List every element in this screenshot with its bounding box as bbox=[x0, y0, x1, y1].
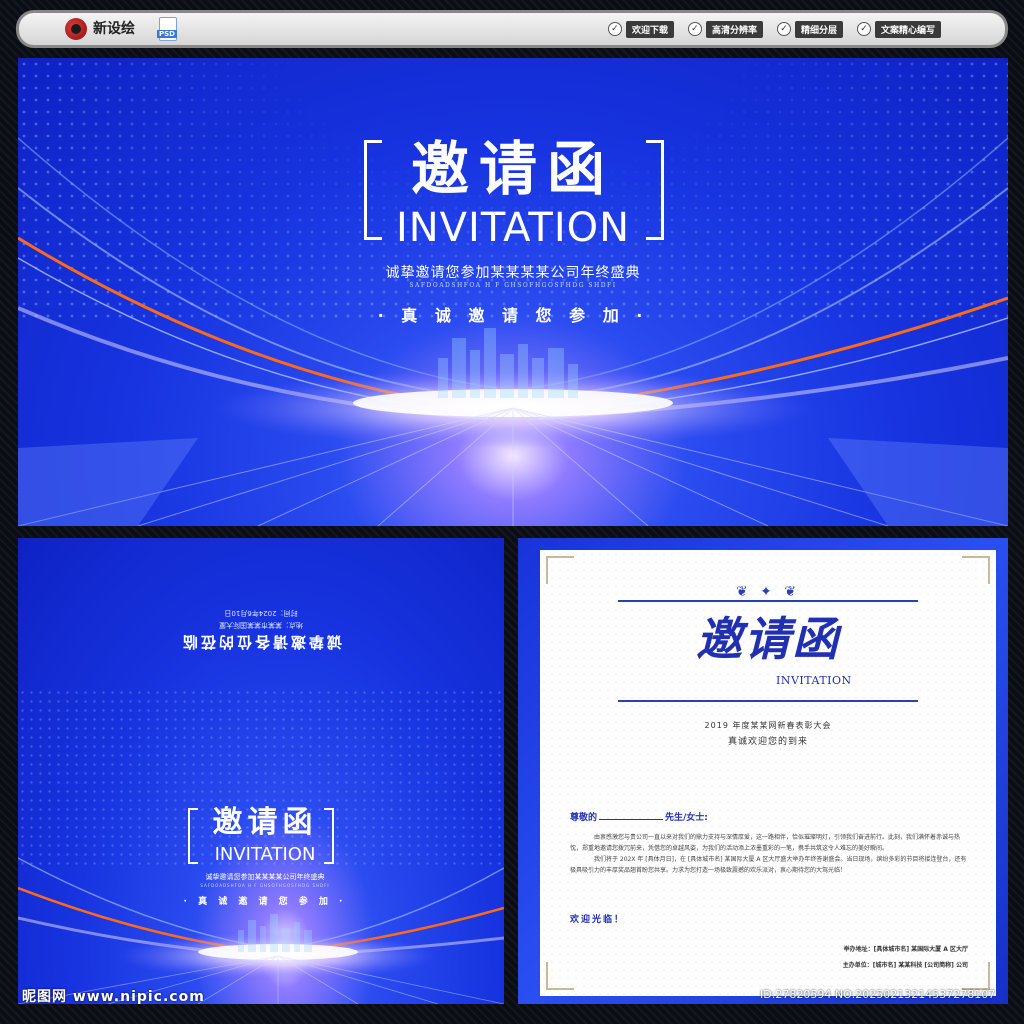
hero-title-cn: 邀请函 bbox=[410, 135, 615, 203]
feature-badge: ✓ 高清分辨率 bbox=[687, 20, 763, 38]
back-line-1: 诚挚邀请各位的莅临 bbox=[180, 633, 343, 651]
brand-name: 新设绘 bbox=[93, 21, 135, 37]
feature-badge: ✓ 欢迎下载 bbox=[607, 20, 674, 38]
cover-subtitle: 诚挚邀请您参加某某某某公司年终盛典 bbox=[205, 873, 325, 881]
salutation-suffix: 先生/女士: bbox=[665, 813, 708, 823]
letter-event-name: 2019 年度某某网新春表彰大会 bbox=[704, 721, 832, 730]
corner-ornament bbox=[546, 556, 574, 584]
cover-subtitle-en: SAFDOADSHFOA H F GHSOFHGOSFHDG SHDFI bbox=[200, 883, 330, 888]
letter-title-cn: 邀请函 bbox=[696, 612, 840, 666]
feature-badge: ✓ 精细分层 bbox=[776, 20, 843, 38]
back-cover-text: 诚挚邀请各位的莅临 地点：某某市某某国际大厦 时间：2024年6月10日 bbox=[18, 608, 504, 653]
letter-paragraph: 由衷感激您与贵公司一直以来对我们的鼎力支持与深情厚爱，这一路相伴，恰似璀璨明灯，… bbox=[570, 834, 961, 852]
check-icon: ✓ bbox=[687, 22, 702, 36]
back-line-3: 时间：2024年6月10日 bbox=[224, 609, 298, 617]
letter-title-en: INVITATION bbox=[776, 674, 852, 687]
hero-tagline: · 真 诚 邀 请 您 参 加 · bbox=[377, 306, 649, 325]
top-banner: 新设绘 PSD ✓ 欢迎下载 ✓ 高清分辨率 ✓ 精细分层 ✓ 文案精心编写 bbox=[16, 10, 1008, 48]
hero-subtitle: 诚挚邀请您参加某某某某公司年终盛典 bbox=[385, 265, 641, 281]
rule-line bbox=[618, 600, 918, 602]
hero-subtitle-en: SAFDOADSHFOA H F GHSOFHGOSFHDG SHDFI bbox=[409, 282, 617, 289]
flourish-ornament-icon: ❦ ✦ ❦ bbox=[735, 584, 801, 600]
letter-body: 由衷感激您与贵公司一直以来对我们的鼎力支持与深情厚爱，这一路相伴，恰似璀璨明灯，… bbox=[570, 832, 968, 876]
brand-logo: 新设绘 bbox=[65, 18, 135, 40]
letter-host-address: 举办地址：[具体城市名] 某国际大厦 A 区大厅 bbox=[843, 946, 968, 953]
corner-ornament bbox=[962, 556, 990, 584]
cover-panel: 诚挚邀请各位的莅临 地点：某某市某某国际大厦 时间：2024年6月10日 邀请函… bbox=[18, 538, 504, 1004]
letter-paragraph: 我们将于 202X 年 [具体月日]，在 [具体城市名] 某国际大厦 A 区大厅… bbox=[570, 856, 967, 874]
cover-title-en: INVITATION bbox=[214, 844, 316, 865]
hero-title-en: INVITATION bbox=[395, 205, 631, 251]
letter-organizer: 主办单位：[城市名] 某某科技 [公司简称] 公司 bbox=[842, 962, 968, 969]
site-watermark: 昵图网 www.nipic.com bbox=[22, 989, 205, 1005]
feature-badge: ✓ 文案精心编写 bbox=[856, 20, 941, 38]
hero-invitation-panel: 邀请函 INVITATION 诚挚邀请您参加某某某某公司年终盛典 SAFDOAD… bbox=[18, 58, 1008, 526]
cover-tagline: · 真 诚 邀 请 您 参 加 · bbox=[183, 897, 347, 907]
feature-label: 文案精心编写 bbox=[874, 20, 941, 38]
cover-title-cn: 邀请函 bbox=[212, 805, 318, 840]
psd-label: PSD bbox=[157, 30, 177, 38]
feature-label: 欢迎下载 bbox=[625, 20, 674, 38]
check-icon: ✓ bbox=[856, 22, 871, 36]
feature-badges: ✓ 欢迎下载 ✓ 高清分辨率 ✓ 精细分层 ✓ 文案精心编写 bbox=[607, 20, 941, 38]
back-line-2: 地点：某某市某某国际大厦 bbox=[219, 621, 303, 629]
id-watermark: ID:27820594 NO:20250213214537278107 bbox=[760, 988, 996, 1001]
name-blank-line bbox=[599, 819, 664, 820]
letter-closing: 欢迎光临！ bbox=[570, 915, 626, 925]
psd-file-icon: PSD bbox=[157, 17, 177, 41]
letter-panel: ❦ ✦ ❦ 邀请函 INVITATION 2019 年度某某网新春表彰大会 真诚… bbox=[518, 538, 1008, 1004]
letter-salutation: 尊敬的 先生/女士: bbox=[570, 810, 708, 823]
letter-paper: ❦ ✦ ❦ 邀请函 INVITATION 2019 年度某某网新春表彰大会 真诚… bbox=[540, 550, 996, 996]
check-icon: ✓ bbox=[607, 22, 622, 36]
brand-mark-icon bbox=[65, 18, 87, 40]
feature-label: 精细分层 bbox=[794, 20, 843, 38]
rule-line bbox=[618, 700, 918, 702]
salutation-prefix: 尊敬的 bbox=[570, 813, 598, 823]
feature-label: 高清分辨率 bbox=[705, 20, 763, 38]
letter-welcome: 真诚欢迎您的到来 bbox=[727, 737, 808, 747]
light-streaks-graphic bbox=[18, 137, 1008, 526]
check-icon: ✓ bbox=[776, 22, 791, 36]
corner-ornament bbox=[546, 962, 574, 990]
